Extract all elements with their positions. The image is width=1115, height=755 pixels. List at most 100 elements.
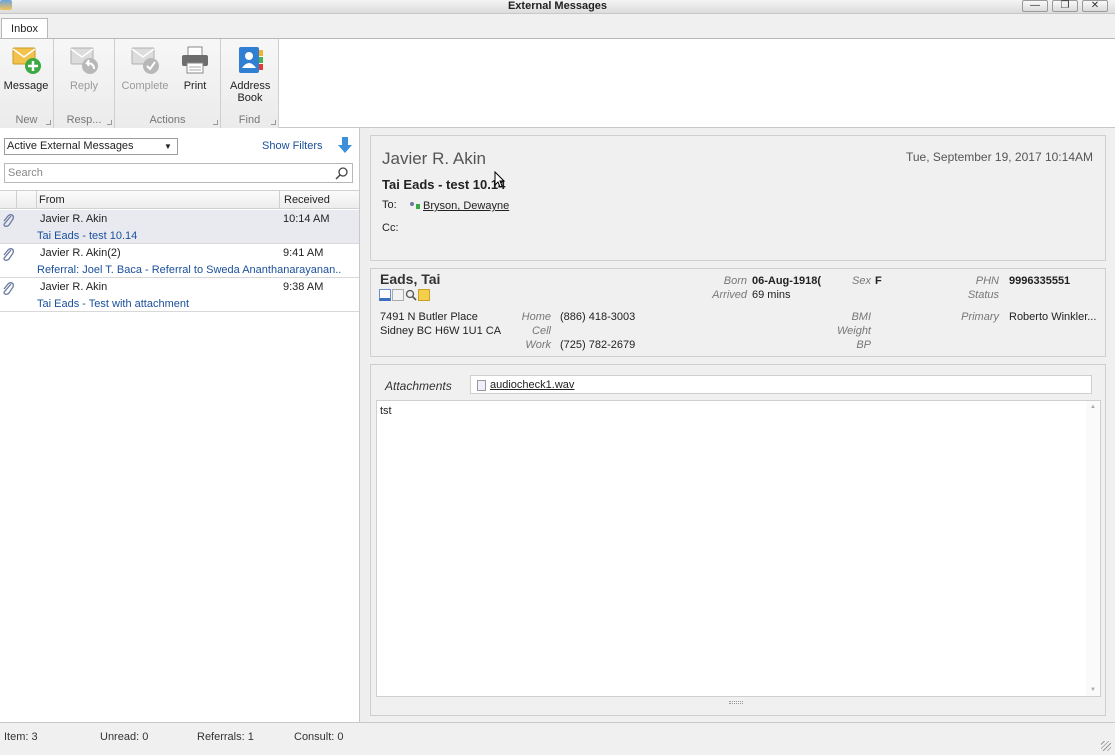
attachment-link[interactable]: audiocheck1.wav — [490, 379, 574, 391]
bp-label: BP — [856, 339, 871, 351]
sex-label: Sex — [852, 275, 871, 287]
chevron-down-icon[interactable]: ▼ — [161, 140, 175, 153]
status-item-count: Item: 3 — [4, 731, 38, 743]
phn-label: PHN — [975, 275, 999, 287]
status-unread-count: Unread: 0 — [100, 731, 149, 743]
panel-splitter[interactable] — [360, 128, 369, 722]
message-sender: Javier R. Akin — [382, 149, 486, 168]
tab-inbox[interactable]: Inbox — [1, 18, 48, 40]
message-from: Javier R. Akin — [40, 281, 108, 293]
patient-banner: Eads, Tai Born 06-Aug-1918( Arrived 69 m… — [370, 268, 1106, 357]
recipient-link[interactable]: Bryson, Dewayne — [409, 200, 509, 212]
document-icon[interactable] — [392, 289, 404, 301]
ribbon-group-actions: Complete Print Actions — [115, 39, 221, 128]
maximize-button[interactable]: ❐ — [1052, 0, 1078, 12]
sort-down-arrow-icon[interactable] — [337, 136, 353, 154]
patient-name[interactable]: Eads, Tai — [380, 271, 440, 287]
message-body-text: tst — [380, 405, 392, 417]
message-subject-title: Tai Eads - test 10.14 — [382, 177, 506, 192]
message-from: Javier R. Akin(2) — [40, 247, 121, 259]
attachments-field: audiocheck1.wav — [470, 375, 1092, 394]
printer-icon — [179, 44, 211, 76]
cc-label: Cc: — [382, 222, 399, 234]
born-label: Born — [723, 275, 747, 287]
group-launcher-find[interactable] — [271, 120, 276, 125]
complete-label: Complete — [121, 80, 169, 92]
sex-value: F — [875, 275, 882, 287]
filter-dropdown-value: Active External Messages — [7, 140, 134, 152]
scroll-down-icon[interactable]: ▼ — [1090, 687, 1096, 693]
mouse-cursor-icon — [494, 170, 506, 189]
status-bar: Item: 3 Unread: 0 Referrals: 1 Consult: … — [0, 722, 1115, 755]
list-header: From Received — [0, 190, 359, 209]
attachment-clip-icon — [2, 213, 14, 227]
address-book-icon — [234, 44, 266, 76]
body-scrollbar[interactable]: ▲ ▼ — [1086, 401, 1100, 696]
resize-grip-handle[interactable] — [729, 701, 743, 704]
reply-label: Reply — [69, 80, 99, 92]
show-filters-link[interactable]: Show Filters — [262, 140, 323, 152]
message-row[interactable]: Javier R. Akin 9:38 AM Tai Eads - Test w… — [0, 278, 359, 312]
status-label: Status — [967, 289, 999, 301]
message-subject: Referral: Joel T. Baca - Referral to Swe… — [37, 264, 342, 276]
search-icon[interactable] — [335, 166, 349, 180]
close-button[interactable]: ✕ — [1082, 0, 1108, 12]
message-time: 10:14 AM — [283, 213, 330, 225]
message-row[interactable]: Javier R. Akin 10:14 AM Tai Eads - test … — [0, 210, 359, 244]
filter-dropdown[interactable]: Active External Messages ▼ — [4, 138, 178, 155]
message-time: 9:41 AM — [283, 247, 324, 259]
search-input[interactable]: Search — [4, 163, 353, 183]
scroll-up-icon[interactable]: ▲ — [1090, 404, 1096, 410]
cell-label: Cell — [532, 325, 551, 337]
person-icon — [409, 201, 421, 210]
print-button[interactable]: Print — [173, 41, 217, 111]
complete-icon — [129, 44, 161, 76]
column-header-received[interactable]: Received — [279, 191, 359, 209]
new-message-icon — [10, 44, 42, 76]
print-label: Print — [183, 80, 207, 92]
minimize-button[interactable]: — — [1022, 0, 1048, 12]
primary-physician: Roberto Winkler... — [1009, 311, 1097, 323]
address-book-button[interactable]: Address Book — [225, 41, 275, 111]
ribbon-group-find: Address Book Find — [221, 39, 279, 128]
home-label: Home — [521, 311, 551, 323]
address-book-label: Address Book — [230, 80, 271, 104]
born-value: 06-Aug-1918( — [752, 275, 822, 287]
ribbon-group-new: Message New — [0, 39, 54, 128]
group-label-find: Find — [238, 114, 261, 126]
window-resize-grip[interactable] — [1101, 741, 1111, 751]
message-body[interactable]: tst ▲ ▼ — [376, 400, 1101, 697]
column-header-from[interactable]: From — [39, 194, 65, 206]
message-detail-panel: Javier R. Akin Tue, September 19, 2017 1… — [369, 128, 1115, 722]
search-placeholder: Search — [8, 167, 43, 179]
complete-button[interactable]: Complete — [119, 41, 171, 111]
message-subject: Tai Eads - test 10.14 — [37, 230, 138, 242]
new-message-button[interactable]: Message — [0, 41, 52, 111]
folder-icon[interactable] — [418, 289, 430, 301]
arrived-label: Arrived — [712, 289, 747, 301]
message-time: 9:38 AM — [283, 281, 324, 293]
message-header: Javier R. Akin Tue, September 19, 2017 1… — [370, 135, 1106, 261]
audio-file-icon — [477, 380, 486, 391]
address-line-2: Sidney BC H6W 1U1 CA — [380, 325, 502, 337]
group-label-respond: Resp... — [66, 114, 102, 126]
work-label: Work — [525, 339, 551, 351]
group-launcher-respond[interactable] — [107, 120, 112, 125]
bmi-label: BMI — [851, 311, 871, 323]
primary-label: Primary — [961, 311, 999, 323]
group-launcher-actions[interactable] — [213, 120, 218, 125]
ribbon: Message New Reply Resp... Complete Print… — [0, 38, 1115, 128]
status-consult-count: Consult: 0 — [294, 731, 344, 743]
reply-button[interactable]: Reply — [58, 41, 110, 111]
to-label: To: — [382, 199, 397, 211]
reply-icon — [68, 44, 100, 76]
group-launcher-new[interactable] — [46, 120, 51, 125]
address-line-1: 7491 N Butler Place — [380, 311, 478, 323]
attachment-clip-icon — [2, 247, 14, 261]
attachments-label: Attachments — [385, 379, 452, 393]
chart-icon[interactable] — [379, 289, 391, 301]
title-bar: External Messages — ❐ ✕ — [0, 0, 1115, 14]
magnifier-icon[interactable] — [405, 289, 417, 301]
recipient-name: Bryson, Dewayne — [423, 200, 510, 212]
message-row[interactable]: Javier R. Akin(2) 9:41 AM Referral: Joel… — [0, 244, 359, 278]
